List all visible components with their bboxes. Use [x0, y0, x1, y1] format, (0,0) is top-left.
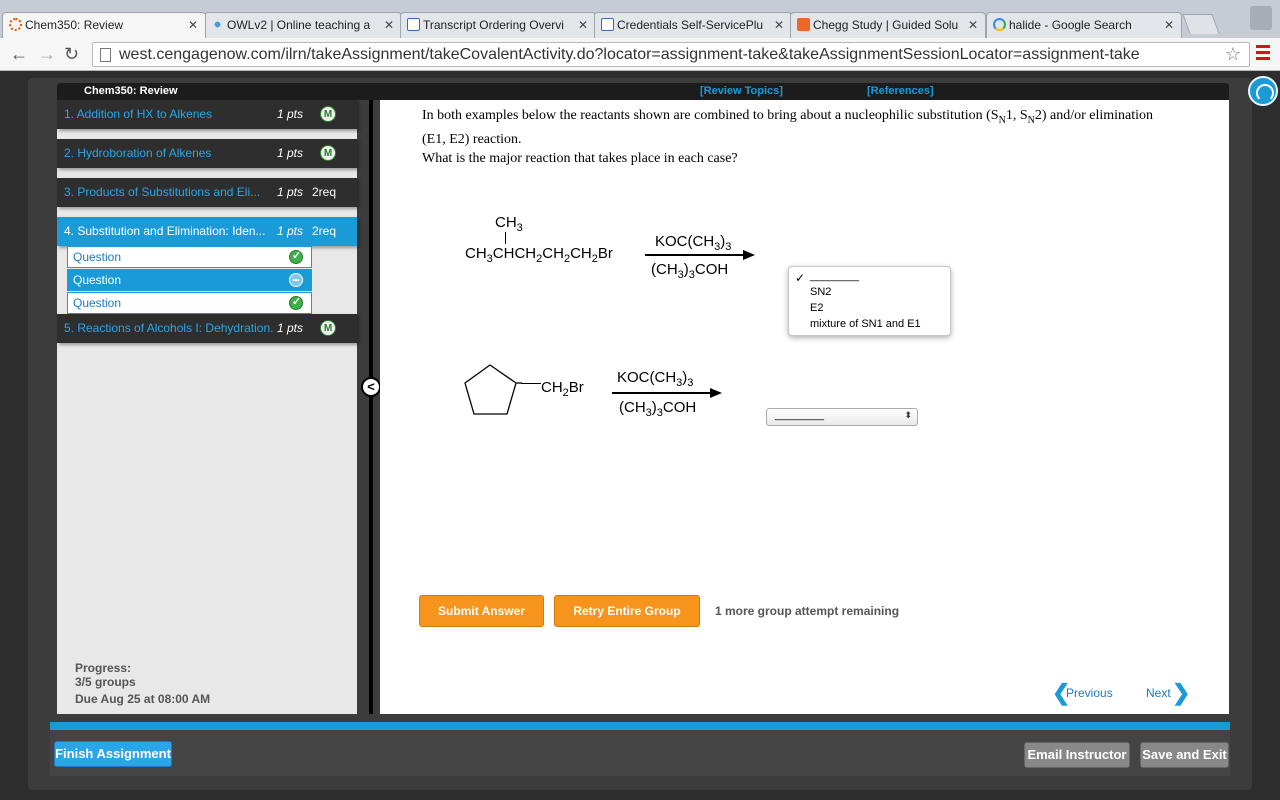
progress-value: 3/5 groups	[75, 675, 136, 689]
close-icon[interactable]: ✕	[774, 18, 784, 32]
close-icon[interactable]: ✕	[1164, 18, 1174, 32]
sidebar-item-2[interactable]: 2. Hydroboration of Alkenes 1 pts M	[57, 139, 357, 168]
progress-summary: Progress: 3/5 groups Due Aug 25 at 08:00…	[75, 661, 210, 706]
back-arrow-icon[interactable]: ←	[10, 44, 28, 65]
menu-icon[interactable]	[1256, 45, 1270, 63]
mastery-badge-icon: M	[320, 320, 336, 336]
forward-arrow-icon[interactable]: →	[38, 44, 56, 65]
assignment-topbar: Chem350: Review [Review Topics] [Referen…	[57, 83, 1229, 100]
reaction-2-arrow	[612, 392, 712, 394]
arrow-head-icon	[743, 250, 755, 260]
book-icon	[407, 18, 420, 31]
dropdown-option-sn2[interactable]: SN2	[810, 286, 831, 298]
methyl-group-label: CH3	[495, 214, 523, 234]
submit-answer-button[interactable]: Submit Answer	[419, 595, 544, 627]
close-icon[interactable]: ✕	[384, 18, 394, 32]
browser-tab-chem350[interactable]: Chem350: Review ✕	[2, 12, 206, 38]
next-link[interactable]: Next	[1146, 686, 1171, 700]
panel-divider	[369, 100, 373, 714]
url-text: west.cengagenow.com/ilrn/takeAssignment/…	[119, 46, 1140, 63]
in-progress-icon	[289, 273, 303, 287]
email-instructor-button[interactable]: Email Instructor	[1024, 742, 1130, 768]
dropdown-option-blank[interactable]: ________	[810, 270, 859, 282]
browser-tab-owlv2[interactable]: OWLv2 | Online teaching a ✕	[204, 12, 402, 38]
reagent-1-label: KOC(CH3)3	[655, 233, 732, 253]
save-and-exit-button[interactable]: Save and Exit	[1140, 742, 1229, 768]
sidebar-item-4[interactable]: 4. Substitution and Elimination: Iden...…	[57, 217, 357, 246]
browser-tab-chegg[interactable]: Chegg Study | Guided Solu ✕	[790, 12, 986, 38]
course-title: Chem350: Review	[84, 85, 178, 97]
previous-link[interactable]: Previous	[1066, 686, 1113, 700]
check-circle-icon	[289, 295, 303, 310]
progress-label: Progress:	[75, 661, 132, 675]
select-arrows-icon: ⬍	[904, 410, 912, 420]
sidebar-subitem-question-1[interactable]: Question	[67, 246, 312, 268]
footer-accent-strip	[50, 722, 1230, 730]
question-sidebar: 1. Addition of HX to Alkenes 1 pts M 2. …	[57, 100, 357, 714]
browser-tab-transcript[interactable]: Transcript Ordering Overvi ✕	[400, 12, 596, 38]
solvent-1-label: (CH3)3COH	[651, 261, 729, 281]
reaction-1-answer-dropdown[interactable]: ✓ ________ SN2 E2 mixture of SN1 and E1	[788, 266, 951, 336]
owl-icon	[211, 18, 224, 31]
finish-assignment-button[interactable]: Finish Assignment	[54, 741, 172, 767]
req-badge: 2req	[312, 224, 337, 238]
browser-tab-google[interactable]: halide - Google Search ✕	[986, 12, 1182, 38]
sidebar-item-5[interactable]: 5. Reactions of Alcohols I: Dehydration.…	[57, 314, 357, 343]
bromomethyl-group-label: CH2Br	[541, 379, 584, 399]
close-icon[interactable]: ✕	[188, 18, 198, 32]
dotted-circle-icon	[9, 18, 22, 31]
chevron-right-icon[interactable]: ❯	[1172, 682, 1190, 704]
methyl-bond	[505, 232, 506, 244]
arrow-head-icon	[710, 388, 722, 398]
url-input[interactable]: west.cengagenow.com/ilrn/takeAssignment/…	[92, 42, 1250, 67]
book-icon	[601, 18, 614, 31]
cyclopentane-ring	[464, 364, 522, 415]
close-icon[interactable]: ✕	[968, 18, 978, 32]
address-bar: ← → ↻ west.cengagenow.com/ilrn/takeAssig…	[0, 38, 1280, 71]
sidebar-subitem-question-2[interactable]: Question	[67, 269, 312, 291]
chegg-icon	[797, 18, 810, 31]
references-link[interactable]: [References]	[867, 85, 934, 97]
solvent-2-label: (CH3)3COH	[619, 399, 697, 419]
browser-tab-bar: Chem350: Review ✕ OWLv2 | Online teaching…	[0, 0, 1280, 38]
dropdown-option-e2[interactable]: E2	[810, 302, 823, 314]
due-date: Due Aug 25 at 08:00 AM	[75, 692, 211, 706]
page-icon	[100, 48, 111, 62]
checkmark-icon: ✓	[795, 271, 806, 285]
headset-support-icon[interactable]	[1248, 76, 1278, 106]
question-text: In both examples below the reactants sho…	[422, 108, 1154, 166]
reaction-1-arrow	[645, 254, 745, 256]
collapse-sidebar-button[interactable]: <	[361, 377, 381, 397]
reagent-2-label: KOC(CH3)3	[617, 369, 694, 389]
new-tab-button[interactable]	[1182, 14, 1220, 34]
attempts-remaining-text: 1 more group attempt remaining	[715, 604, 900, 618]
sidebar-item-3[interactable]: 3. Products of Substitutions and Eli... …	[57, 178, 357, 207]
reaction-2-answer-select[interactable]: ________ ⬍	[766, 408, 918, 426]
mastery-badge-icon: M	[320, 145, 336, 161]
req-badge: 2req	[312, 185, 337, 199]
user-profile-icon[interactable]	[1250, 6, 1272, 30]
reload-icon[interactable]: ↻	[64, 44, 79, 65]
mastery-badge-icon: M	[320, 106, 336, 122]
close-icon[interactable]: ✕	[578, 18, 588, 32]
browser-tab-credentials[interactable]: Credentials Self-ServicePlu ✕	[594, 12, 792, 38]
star-icon[interactable]: ☆	[1225, 44, 1241, 65]
sidebar-subitem-question-3[interactable]: Question	[67, 292, 312, 314]
retry-group-button[interactable]: Retry Entire Group	[554, 595, 700, 627]
reactant-1-formula: CH3CHCH2CH2CH2Br	[465, 245, 613, 265]
ring-bond	[521, 383, 541, 384]
sidebar-item-1[interactable]: 1. Addition of HX to Alkenes 1 pts M	[57, 100, 357, 129]
dropdown-option-sn1-e1[interactable]: mixture of SN1 and E1	[810, 318, 921, 330]
review-topics-link[interactable]: [Review Topics]	[700, 85, 783, 97]
google-icon	[993, 18, 1006, 31]
check-circle-icon	[289, 249, 303, 264]
